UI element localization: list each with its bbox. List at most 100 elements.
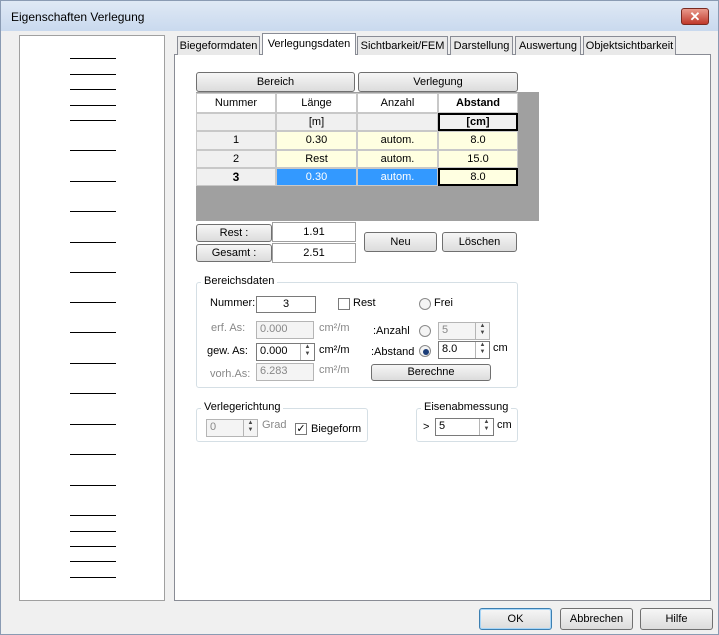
bar-preview-line xyxy=(70,105,116,106)
gew-as-spinner[interactable]: ▲ ▼ xyxy=(300,344,314,360)
table-row-2-laenge[interactable]: Rest xyxy=(276,150,357,168)
gew-as-label: gew. As: xyxy=(207,345,248,357)
bar-preview-line xyxy=(70,181,116,182)
vorh-as-label: vorh.As: xyxy=(210,368,251,380)
rest-value: 1.91 xyxy=(272,222,356,242)
bar-preview-line xyxy=(70,393,116,394)
abstand-radio[interactable] xyxy=(419,345,431,357)
bar-preview-line xyxy=(70,211,116,212)
unit-nummer xyxy=(196,113,276,131)
close-button[interactable]: ✕ xyxy=(681,8,709,25)
erf-as-field: 0.000 xyxy=(256,321,314,339)
abstand-spinner[interactable]: ▲ ▼ xyxy=(475,342,489,358)
unit-laenge: [m] xyxy=(276,113,357,131)
bar-preview-line xyxy=(70,561,116,562)
rest-checkbox[interactable] xyxy=(338,298,350,310)
biegeform-checkbox[interactable]: ✓ xyxy=(295,423,307,435)
abstand-label: :Abstand xyxy=(371,346,415,358)
tab-auswertung[interactable]: Auswertung xyxy=(515,36,581,55)
anzahl-radio[interactable] xyxy=(419,325,431,337)
tab-darstellung[interactable]: Darstellung xyxy=(450,36,513,55)
table-row-3-laenge[interactable]: 0.30 xyxy=(276,168,357,186)
col-header-nummer[interactable]: Nummer xyxy=(196,93,276,113)
table-row-2-abstand[interactable]: 15.0 xyxy=(438,150,518,168)
bar-preview-line xyxy=(70,74,116,75)
abstand-value: 8.0 xyxy=(442,343,458,355)
berechne-button[interactable]: Berechne xyxy=(371,364,491,381)
gew-as-field[interactable]: 0.000 ▲ ▼ xyxy=(256,343,315,361)
table-row-3-abstand[interactable]: 8.0 xyxy=(438,168,518,186)
abstand-field[interactable]: 8.0 ▲ ▼ xyxy=(438,341,490,359)
anzahl-field: 5 ▲ ▼ xyxy=(438,322,490,340)
erf-as-unit: cm²/m xyxy=(319,322,350,334)
gesamt-value: 2.51 xyxy=(272,243,356,263)
bar-preview-line xyxy=(70,531,116,532)
tab-sichtbarkeit-fem[interactable]: Sichtbarkeit/FEM xyxy=(357,36,448,55)
anzahl-value: 5 xyxy=(442,324,449,336)
loeschen-button[interactable]: Löschen xyxy=(442,232,517,252)
table-row-1-laenge[interactable]: 0.30 xyxy=(276,131,357,150)
table-row-1-abstand[interactable]: 8.0 xyxy=(438,131,518,150)
verlegerichtung-field: 0 ▲ ▼ xyxy=(206,419,258,437)
rest-checkbox-label: Rest xyxy=(353,297,376,309)
table-row-2-anzahl[interactable]: autom. xyxy=(357,150,438,168)
bar-preview-line xyxy=(70,424,116,425)
nummer-label: Nummer: xyxy=(210,297,256,309)
bar-preview-line xyxy=(70,485,116,486)
table-row-1-anzahl[interactable]: autom. xyxy=(357,131,438,150)
eisenabmessung-value: 5 xyxy=(439,420,446,432)
gew-as-value: 0.000 xyxy=(260,345,288,357)
neu-button[interactable]: Neu xyxy=(364,232,437,252)
table-row-2-nummer[interactable]: 2 xyxy=(196,150,276,168)
vorh-as-unit: cm²/m xyxy=(319,364,350,376)
eisenabmessung-unit: cm xyxy=(497,419,512,431)
bar-preview-line xyxy=(70,89,116,90)
eisenabmessung-field[interactable]: 5 ▲ ▼ xyxy=(435,418,494,436)
gew-as-unit: cm²/m xyxy=(319,344,350,356)
unit-anzahl xyxy=(357,113,438,131)
bar-preview-line xyxy=(70,302,116,303)
ok-button[interactable]: OK xyxy=(479,608,552,630)
eisenabmessung-spinner[interactable]: ▲ ▼ xyxy=(479,419,493,435)
table-row-1-nummer[interactable]: 1 xyxy=(196,131,276,150)
frei-radio[interactable] xyxy=(419,298,431,310)
frei-radio-label: Frei xyxy=(434,297,453,309)
anzahl-label: :Anzahl xyxy=(373,325,410,337)
abbrechen-button[interactable]: Abbrechen xyxy=(560,608,633,630)
verlegerichtung-spinner: ▲ ▼ xyxy=(243,420,257,436)
window-title: Eigenschaften Verlegung xyxy=(11,10,145,24)
eisenabmessung-prefix: > xyxy=(423,421,430,433)
col-header-laenge[interactable]: Länge xyxy=(276,93,357,113)
anzahl-spinner: ▲ ▼ xyxy=(475,323,489,339)
bar-preview-line xyxy=(70,120,116,121)
biegeform-label: Biegeform xyxy=(311,423,362,435)
grid-group-verlegung[interactable]: Verlegung xyxy=(358,72,518,92)
vorh-as-field: 6.283 xyxy=(256,363,314,381)
bar-preview-line xyxy=(70,332,116,333)
col-header-anzahl[interactable]: Anzahl xyxy=(357,93,438,113)
col-header-abstand[interactable]: Abstand xyxy=(438,93,518,113)
bar-preview-panel xyxy=(19,35,165,601)
verlegerichtung-unit: Grad xyxy=(262,419,287,431)
bar-preview-line xyxy=(70,546,116,547)
table-row-3-nummer[interactable]: 3 xyxy=(196,168,276,186)
bereichsdaten-legend: Bereichsdaten xyxy=(201,275,278,287)
grid-group-bereich[interactable]: Bereich xyxy=(196,72,355,92)
unit-abstand: [cm] xyxy=(438,113,518,131)
bar-preview-line xyxy=(70,242,116,243)
verlegerichtung-value: 0 xyxy=(210,421,217,433)
table-row-3-anzahl[interactable]: autom. xyxy=(357,168,438,186)
eisenabmessung-legend: Eisenabmessung xyxy=(421,401,512,413)
nummer-field[interactable]: 3 xyxy=(256,296,316,313)
verlegerichtung-legend: Verlegerichtung xyxy=(201,401,284,413)
bar-preview-line xyxy=(70,577,116,578)
bar-preview-line xyxy=(70,363,116,364)
rest-label-button[interactable]: Rest : xyxy=(196,224,272,242)
tab-verlegungsdaten[interactable]: Verlegungsdaten xyxy=(262,33,356,55)
hilfe-button[interactable]: Hilfe xyxy=(640,608,713,630)
bar-preview-line xyxy=(70,272,116,273)
gesamt-label-button[interactable]: Gesamt : xyxy=(196,244,272,262)
tab-biegeformdaten[interactable]: Biegeformdaten xyxy=(177,36,260,55)
bar-preview-line xyxy=(70,58,116,59)
tab-objektsichtbarkeit[interactable]: Objektsichtbarkeit xyxy=(583,36,676,55)
